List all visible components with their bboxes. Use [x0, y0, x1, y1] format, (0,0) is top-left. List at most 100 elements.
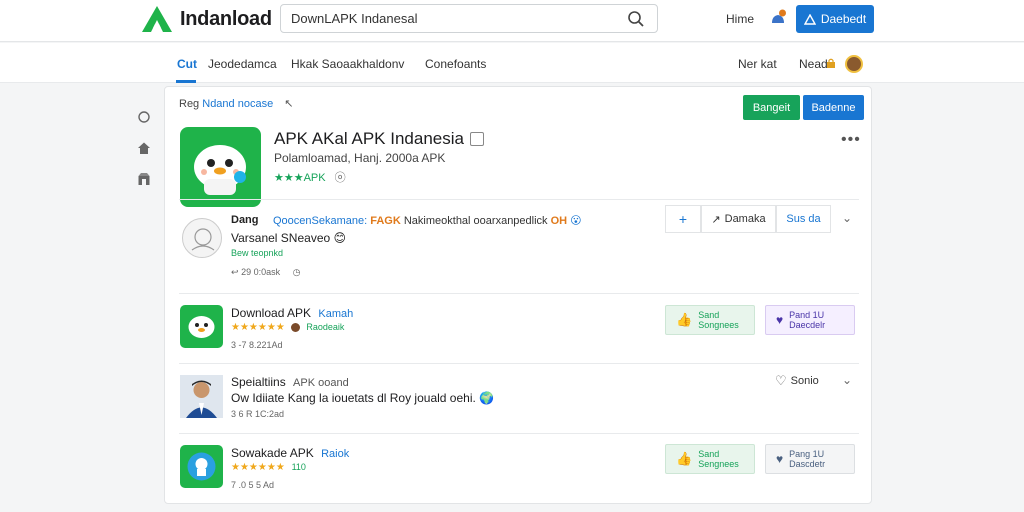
row-title-text[interactable]: Sowakade APK [231, 446, 314, 460]
send-button-label: Sand Sengnees [698, 449, 739, 469]
tab-jeodedamca[interactable]: Jeodedamca [208, 57, 277, 71]
nav-nead[interactable]: Nead [799, 57, 828, 71]
main-panel: Reg Ndand nocase ↖ Bangeit Badenne APK A… [164, 86, 872, 504]
row-tag: APK ooand [293, 377, 349, 389]
tab-cut[interactable]: Cut [177, 57, 197, 71]
row-rating: ★★★★★★ Raodeaik [231, 322, 344, 333]
active-tab-indicator [176, 80, 196, 83]
info-icon[interactable]: ⓞ [335, 172, 346, 184]
row-app-icon [180, 305, 223, 348]
mascot-icon [187, 452, 216, 481]
row-stars: ★★★★★★ [231, 322, 285, 333]
comment-line-3: Bew teopnkd [231, 248, 284, 258]
share-arrow-icon[interactable]: ↖ [284, 98, 293, 110]
divider [179, 363, 859, 364]
person-photo-icon [180, 375, 223, 418]
row-title-text[interactable]: Speialtiins [231, 375, 286, 389]
comment-avatar [182, 218, 222, 258]
heart-icon: ♥ [776, 313, 784, 327]
row-tag[interactable]: Kamah [318, 308, 353, 320]
thumb-up-icon: 👍 [676, 312, 693, 327]
row-text: Ow Idiiate Kang la iouetats dl Roy joual… [231, 391, 476, 405]
mascot-icon [188, 316, 215, 338]
comment-badge: OH [550, 215, 568, 227]
row-tag[interactable]: Raiok [321, 448, 349, 460]
send-button-label: Sand Songnees [698, 310, 739, 330]
row-user-photo [180, 375, 223, 418]
plus-icon: + [678, 211, 688, 227]
bangeit-button[interactable]: Bangeit [743, 95, 800, 120]
app-subtitle: Polamloamad, Hanj. 2000a APK [274, 151, 446, 165]
breadcrumb-prefix: Reg [179, 98, 200, 110]
smile-emoji-icon: 😊 [333, 231, 347, 245]
mascot-icon [194, 145, 246, 195]
divider [179, 433, 859, 434]
nav-ner-kat[interactable]: Ner kat [738, 57, 777, 71]
row-sub: 110 [291, 462, 306, 472]
app-icon [180, 127, 261, 207]
nav-home-link[interactable]: Hime [726, 12, 754, 26]
emoji-icon: 😮 [570, 215, 582, 227]
comment-author[interactable]: Dang [231, 214, 259, 226]
pang-button-label: Pang 1U Dascdetr [789, 449, 826, 469]
comment-time: 29 0:0ask [241, 267, 281, 277]
clock-icon[interactable]: ◷ [293, 267, 301, 277]
comment-meta: ↩ 29 0:0ask ◷ [231, 267, 300, 278]
app-title: APK AKal APK Indanesia [274, 129, 464, 148]
row-title: Download APK Kamah [231, 306, 353, 320]
like-button[interactable]: ♡ Sonio [775, 373, 819, 389]
comment-line-1: QoocenSekamane: FAGK Nakimeokthal ooarxa… [273, 214, 582, 227]
user-outline-icon [191, 228, 215, 251]
susda-button[interactable]: Sus da [776, 205, 831, 233]
comment-line-2-text: Varsanel SNeaveo [231, 231, 331, 245]
add-button[interactable]: + [665, 205, 701, 233]
tab-conefoants[interactable]: Conefoants [425, 57, 486, 71]
send-button[interactable]: 👍 Sand Songnees [665, 305, 755, 335]
row-meta: 7 .0 5 5 Ad [231, 480, 275, 490]
divider [179, 293, 859, 294]
pand-button[interactable]: ♥ Pand 1U Daecdelr [765, 305, 855, 335]
user-avatar[interactable] [845, 55, 863, 73]
lock-icon [827, 58, 835, 68]
pang-button[interactable]: ♥ Pang 1U Dascdetr [765, 444, 855, 474]
sub-navigation: Cut Jeodedamca Hkak Saoaakhaldonv Conefo… [0, 43, 1024, 83]
globe-icon: 🌍 [479, 391, 495, 405]
upload-button[interactable]: Daebedt [796, 5, 874, 33]
chevron-down-icon[interactable]: ⌄ [842, 211, 852, 225]
store-icon[interactable] [137, 172, 151, 186]
row-meta: 3 -7 8.221Ad [231, 340, 283, 350]
divider [179, 199, 859, 200]
more-options-icon[interactable]: ••• [841, 131, 861, 149]
home-icon[interactable] [137, 141, 151, 155]
row-title: Sowakade APK Raiok [231, 446, 349, 460]
damaka-button[interactable]: ↗ Damaka [701, 205, 776, 233]
badenne-button[interactable]: Badenne [803, 95, 864, 120]
pand-button-label: Pand 1U Daecdelr [789, 310, 826, 330]
pencil-icon: ↗ [711, 213, 721, 226]
chevron-down-icon[interactable]: ⌄ [842, 373, 852, 387]
tab-hkak[interactable]: Hkak Saoaakhaldonv [291, 57, 404, 71]
comment-warn: FAGK [370, 215, 401, 227]
copy-icon[interactable] [470, 132, 484, 146]
breadcrumb-link[interactable]: Ndand nocase [202, 98, 273, 110]
row-text-line: Ow Idiiate Kang la iouetats dl Roy joual… [231, 391, 494, 405]
circle-icon[interactable] [137, 110, 151, 124]
row-rating: ★★★★★★ 110 [231, 462, 306, 473]
reply-icon[interactable]: ↩ [231, 267, 239, 277]
thumb-up-icon: 👍 [676, 451, 693, 466]
row-title: Speialtiins APK ooand [231, 375, 349, 389]
search-input[interactable]: DownLAPK Indanesal [280, 4, 658, 33]
damaka-label: Damaka [724, 213, 766, 225]
row-title-text[interactable]: Download APK [231, 306, 311, 320]
susda-label: Sus da [786, 213, 821, 225]
send-button[interactable]: 👍 Sand Sengnees [665, 444, 755, 474]
top-header: Indanload DownLAPK Indanesal Hime Daebed… [0, 0, 1024, 42]
notification-icon[interactable] [768, 8, 788, 28]
row-stars: ★★★★★★ [231, 462, 285, 473]
row-meta: 3 6 R 1C:2ad [231, 409, 285, 419]
comment-text: Nakimeokthal ooarxanpedlick [403, 215, 548, 227]
row-sub: Raodeaik [306, 322, 345, 332]
comment-link[interactable]: QoocenSekamane: [273, 215, 367, 227]
search-icon[interactable] [627, 10, 645, 28]
brand-logo[interactable]: Indanload [140, 4, 272, 34]
